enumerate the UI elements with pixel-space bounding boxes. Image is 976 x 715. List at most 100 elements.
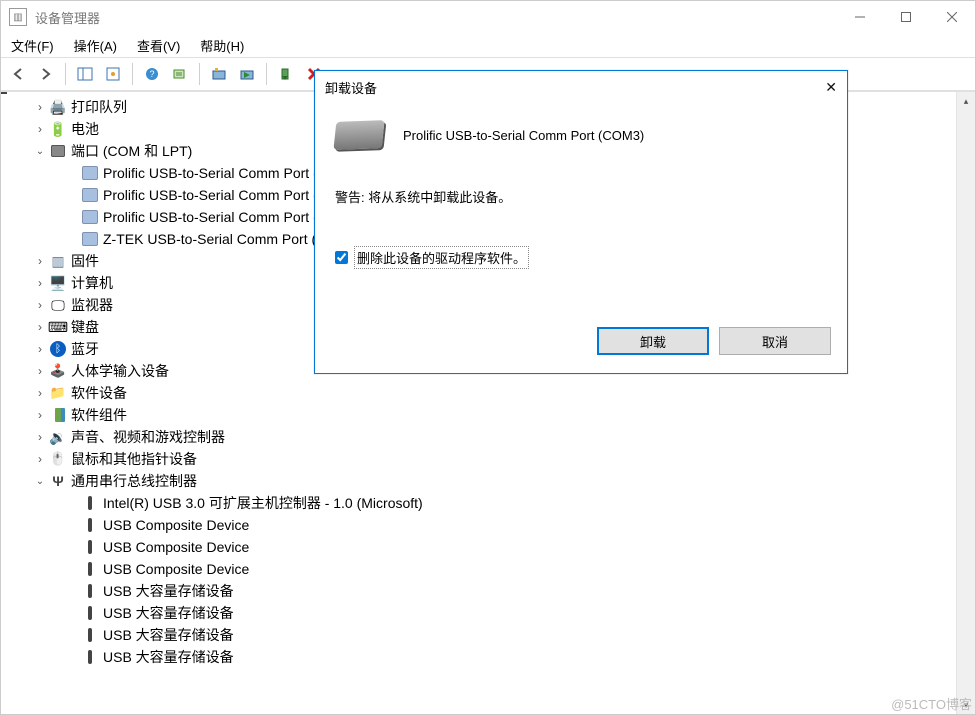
- pc-icon: [49, 274, 67, 292]
- audio-icon: [49, 428, 67, 446]
- cancel-button[interactable]: 取消: [719, 327, 831, 355]
- tree-node-label: 蓝牙: [71, 339, 99, 359]
- printer-icon: [49, 98, 67, 116]
- vertical-scrollbar[interactable]: ▴ ▾: [956, 92, 975, 714]
- help-button[interactable]: ?: [139, 61, 165, 87]
- enable-device-button[interactable]: [234, 61, 260, 87]
- delete-driver-checkbox[interactable]: [335, 251, 348, 264]
- com-icon: [81, 230, 99, 248]
- expand-icon[interactable]: ›: [33, 276, 47, 290]
- tree-node[interactable]: USB 大容量存储设备: [5, 580, 956, 602]
- forward-button[interactable]: [33, 61, 59, 87]
- properties-button[interactable]: [100, 61, 126, 87]
- hid-icon: [49, 362, 67, 380]
- swcomp-icon: [49, 406, 67, 424]
- collapse-icon[interactable]: ⌄: [33, 474, 47, 488]
- usb-icon: [81, 494, 99, 512]
- tree-node-label: 电池: [71, 119, 99, 139]
- maximize-button[interactable]: [883, 1, 929, 33]
- dialog-title-bar: 卸载设备 ✕: [315, 71, 847, 103]
- tree-node[interactable]: USB Composite Device: [5, 558, 956, 580]
- expand-icon[interactable]: ›: [33, 122, 47, 136]
- tree-node[interactable]: › 声音、视频和游戏控制器: [5, 426, 956, 448]
- tree-node-label: 键盘: [71, 317, 99, 337]
- show-hide-tree-button[interactable]: [72, 61, 98, 87]
- tree-node[interactable]: USB 大容量存储设备: [5, 624, 956, 646]
- scroll-down-button[interactable]: ▾: [957, 696, 975, 714]
- usbhub-icon: [49, 472, 67, 490]
- bt-icon: [49, 340, 67, 358]
- tree-node-label: Intel(R) USB 3.0 可扩展主机控制器 - 1.0 (Microso…: [103, 493, 423, 513]
- tree-node-label: USB Composite Device: [103, 517, 249, 533]
- update-driver-button[interactable]: [206, 61, 232, 87]
- tree-node-label: 端口 (COM 和 LPT): [71, 141, 192, 161]
- back-button[interactable]: [5, 61, 31, 87]
- battery-icon: [49, 120, 67, 138]
- expand-icon[interactable]: ›: [33, 320, 47, 334]
- tree-node[interactable]: USB 大容量存储设备: [5, 602, 956, 624]
- svg-text:?: ?: [149, 69, 154, 79]
- tree-node-label: 软件组件: [71, 405, 127, 425]
- tree-node-label: 声音、视频和游戏控制器: [71, 427, 225, 447]
- usb-icon: [81, 626, 99, 644]
- scan-hardware-button[interactable]: [167, 61, 193, 87]
- expand-icon[interactable]: ›: [33, 298, 47, 312]
- menu-bar: 文件(F) 操作(A) 查看(V) 帮助(H): [1, 33, 975, 57]
- expand-icon[interactable]: ›: [33, 408, 47, 422]
- device-name-label: Prolific USB-to-Serial Comm Port (COM3): [403, 128, 644, 143]
- com-icon: [81, 186, 99, 204]
- delete-driver-label[interactable]: 删除此设备的驱动程序软件。: [354, 246, 529, 269]
- dialog-title: 卸载设备: [325, 78, 377, 97]
- expand-icon[interactable]: ›: [33, 100, 47, 114]
- tree-node[interactable]: USB 大容量存储设备: [5, 646, 956, 668]
- device-large-icon: [333, 120, 384, 150]
- expand-icon[interactable]: ›: [33, 254, 47, 268]
- tree-node[interactable]: › 软件组件: [5, 404, 956, 426]
- minimize-button[interactable]: [837, 1, 883, 33]
- tree-node-label: USB Composite Device: [103, 561, 249, 577]
- warning-text: 警告: 将从系统中卸载此设备。: [335, 187, 827, 206]
- expand-icon[interactable]: ›: [33, 342, 47, 356]
- tree-node-label: USB 大容量存储设备: [103, 603, 234, 623]
- tree-node-label: 打印队列: [71, 97, 127, 117]
- mouse-icon: [49, 450, 67, 468]
- tree-node[interactable]: USB Composite Device: [5, 514, 956, 536]
- scroll-up-button[interactable]: ▴: [957, 92, 975, 110]
- expand-icon[interactable]: ›: [33, 430, 47, 444]
- monitor-icon: [49, 296, 67, 314]
- tree-node[interactable]: › 鼠标和其他指针设备: [5, 448, 956, 470]
- tree-node-label: 鼠标和其他指针设备: [71, 449, 197, 469]
- expand-icon[interactable]: ›: [33, 364, 47, 378]
- app-icon: ▥: [9, 8, 27, 26]
- close-button[interactable]: [929, 1, 975, 33]
- menu-file[interactable]: 文件(F): [7, 34, 58, 57]
- uninstall-button[interactable]: 卸载: [597, 327, 709, 355]
- tree-node-label: 固件: [71, 251, 99, 271]
- usb-icon: [81, 516, 99, 534]
- tree-node[interactable]: ›软件设备: [5, 382, 956, 404]
- usb-icon: [81, 604, 99, 622]
- expand-icon[interactable]: ›: [33, 386, 47, 400]
- uninstall-device-dialog: 卸载设备 ✕ Prolific USB-to-Serial Comm Port …: [314, 70, 848, 374]
- menu-action[interactable]: 操作(A): [70, 34, 121, 57]
- tree-node-label: 人体学输入设备: [71, 361, 169, 381]
- window-title: 设备管理器: [35, 8, 100, 27]
- tree-node[interactable]: ⌄ 通用串行总线控制器: [5, 470, 956, 492]
- collapse-icon[interactable]: ⌄: [33, 144, 47, 158]
- menu-help[interactable]: 帮助(H): [196, 34, 248, 57]
- dialog-close-button[interactable]: ✕: [825, 79, 837, 96]
- tree-node-label: USB 大容量存储设备: [103, 625, 234, 645]
- com-icon: [81, 164, 99, 182]
- tree-node[interactable]: USB Composite Device: [5, 536, 956, 558]
- usb-icon: [81, 648, 99, 666]
- fw-icon: [49, 252, 67, 270]
- tree-node-label: 通用串行总线控制器: [71, 471, 197, 491]
- port-icon: [49, 142, 67, 160]
- usb-icon: [81, 582, 99, 600]
- menu-view[interactable]: 查看(V): [133, 34, 184, 57]
- tree-node[interactable]: Intel(R) USB 3.0 可扩展主机控制器 - 1.0 (Microso…: [5, 492, 956, 514]
- keyboard-icon: [49, 318, 67, 336]
- expand-icon[interactable]: ›: [33, 452, 47, 466]
- tree-node-label: 监视器: [71, 295, 113, 315]
- install-driver-button[interactable]: [273, 61, 299, 87]
